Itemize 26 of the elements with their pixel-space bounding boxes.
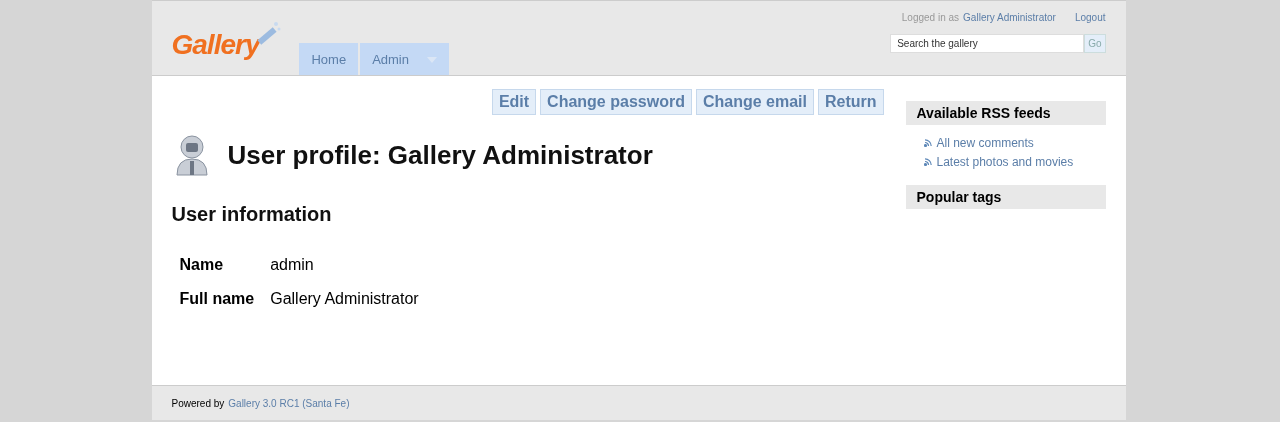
logout-link[interactable]: Logout [1074,12,1106,23]
menu-tab[interactable]: Home [299,43,359,75]
footer-link[interactable]: Gallery 3.0 RC1 (Santa Fe) [228,397,350,409]
go-button[interactable]: Go [1084,34,1106,53]
rss-link[interactable]: Latest photos and movies [923,155,1088,169]
footer-label: Powered by [171,397,225,409]
action-button[interactable]: Change password [540,89,692,115]
rss-icon [923,158,932,166]
section-heading: User information [171,203,333,226]
menu-tab[interactable]: Admin [360,43,449,75]
login-label: Logged in as [901,12,960,23]
field-label: Full name [179,290,255,308]
rss-icon [923,139,932,147]
rss-link[interactable]: All new comments [923,136,1088,150]
sidebar-heading: Popular tags [905,185,1106,209]
page-title: User profile: Gallery Administrator [227,139,653,171]
sidebar-heading: Available RSS feeds [905,101,1106,125]
action-button[interactable]: Edit [491,89,537,115]
search-field[interactable]: Search the gallery [890,34,1085,53]
action-button[interactable]: Return [817,89,884,115]
field-value: admin [270,256,315,274]
field-label: Name [179,256,225,274]
user-link[interactable]: Gallery Administrator [963,12,1056,23]
logo-text[interactable]: Gallery [171,29,260,61]
action-button[interactable]: Change email [695,89,814,115]
field-value: Gallery Administrator [270,290,419,308]
